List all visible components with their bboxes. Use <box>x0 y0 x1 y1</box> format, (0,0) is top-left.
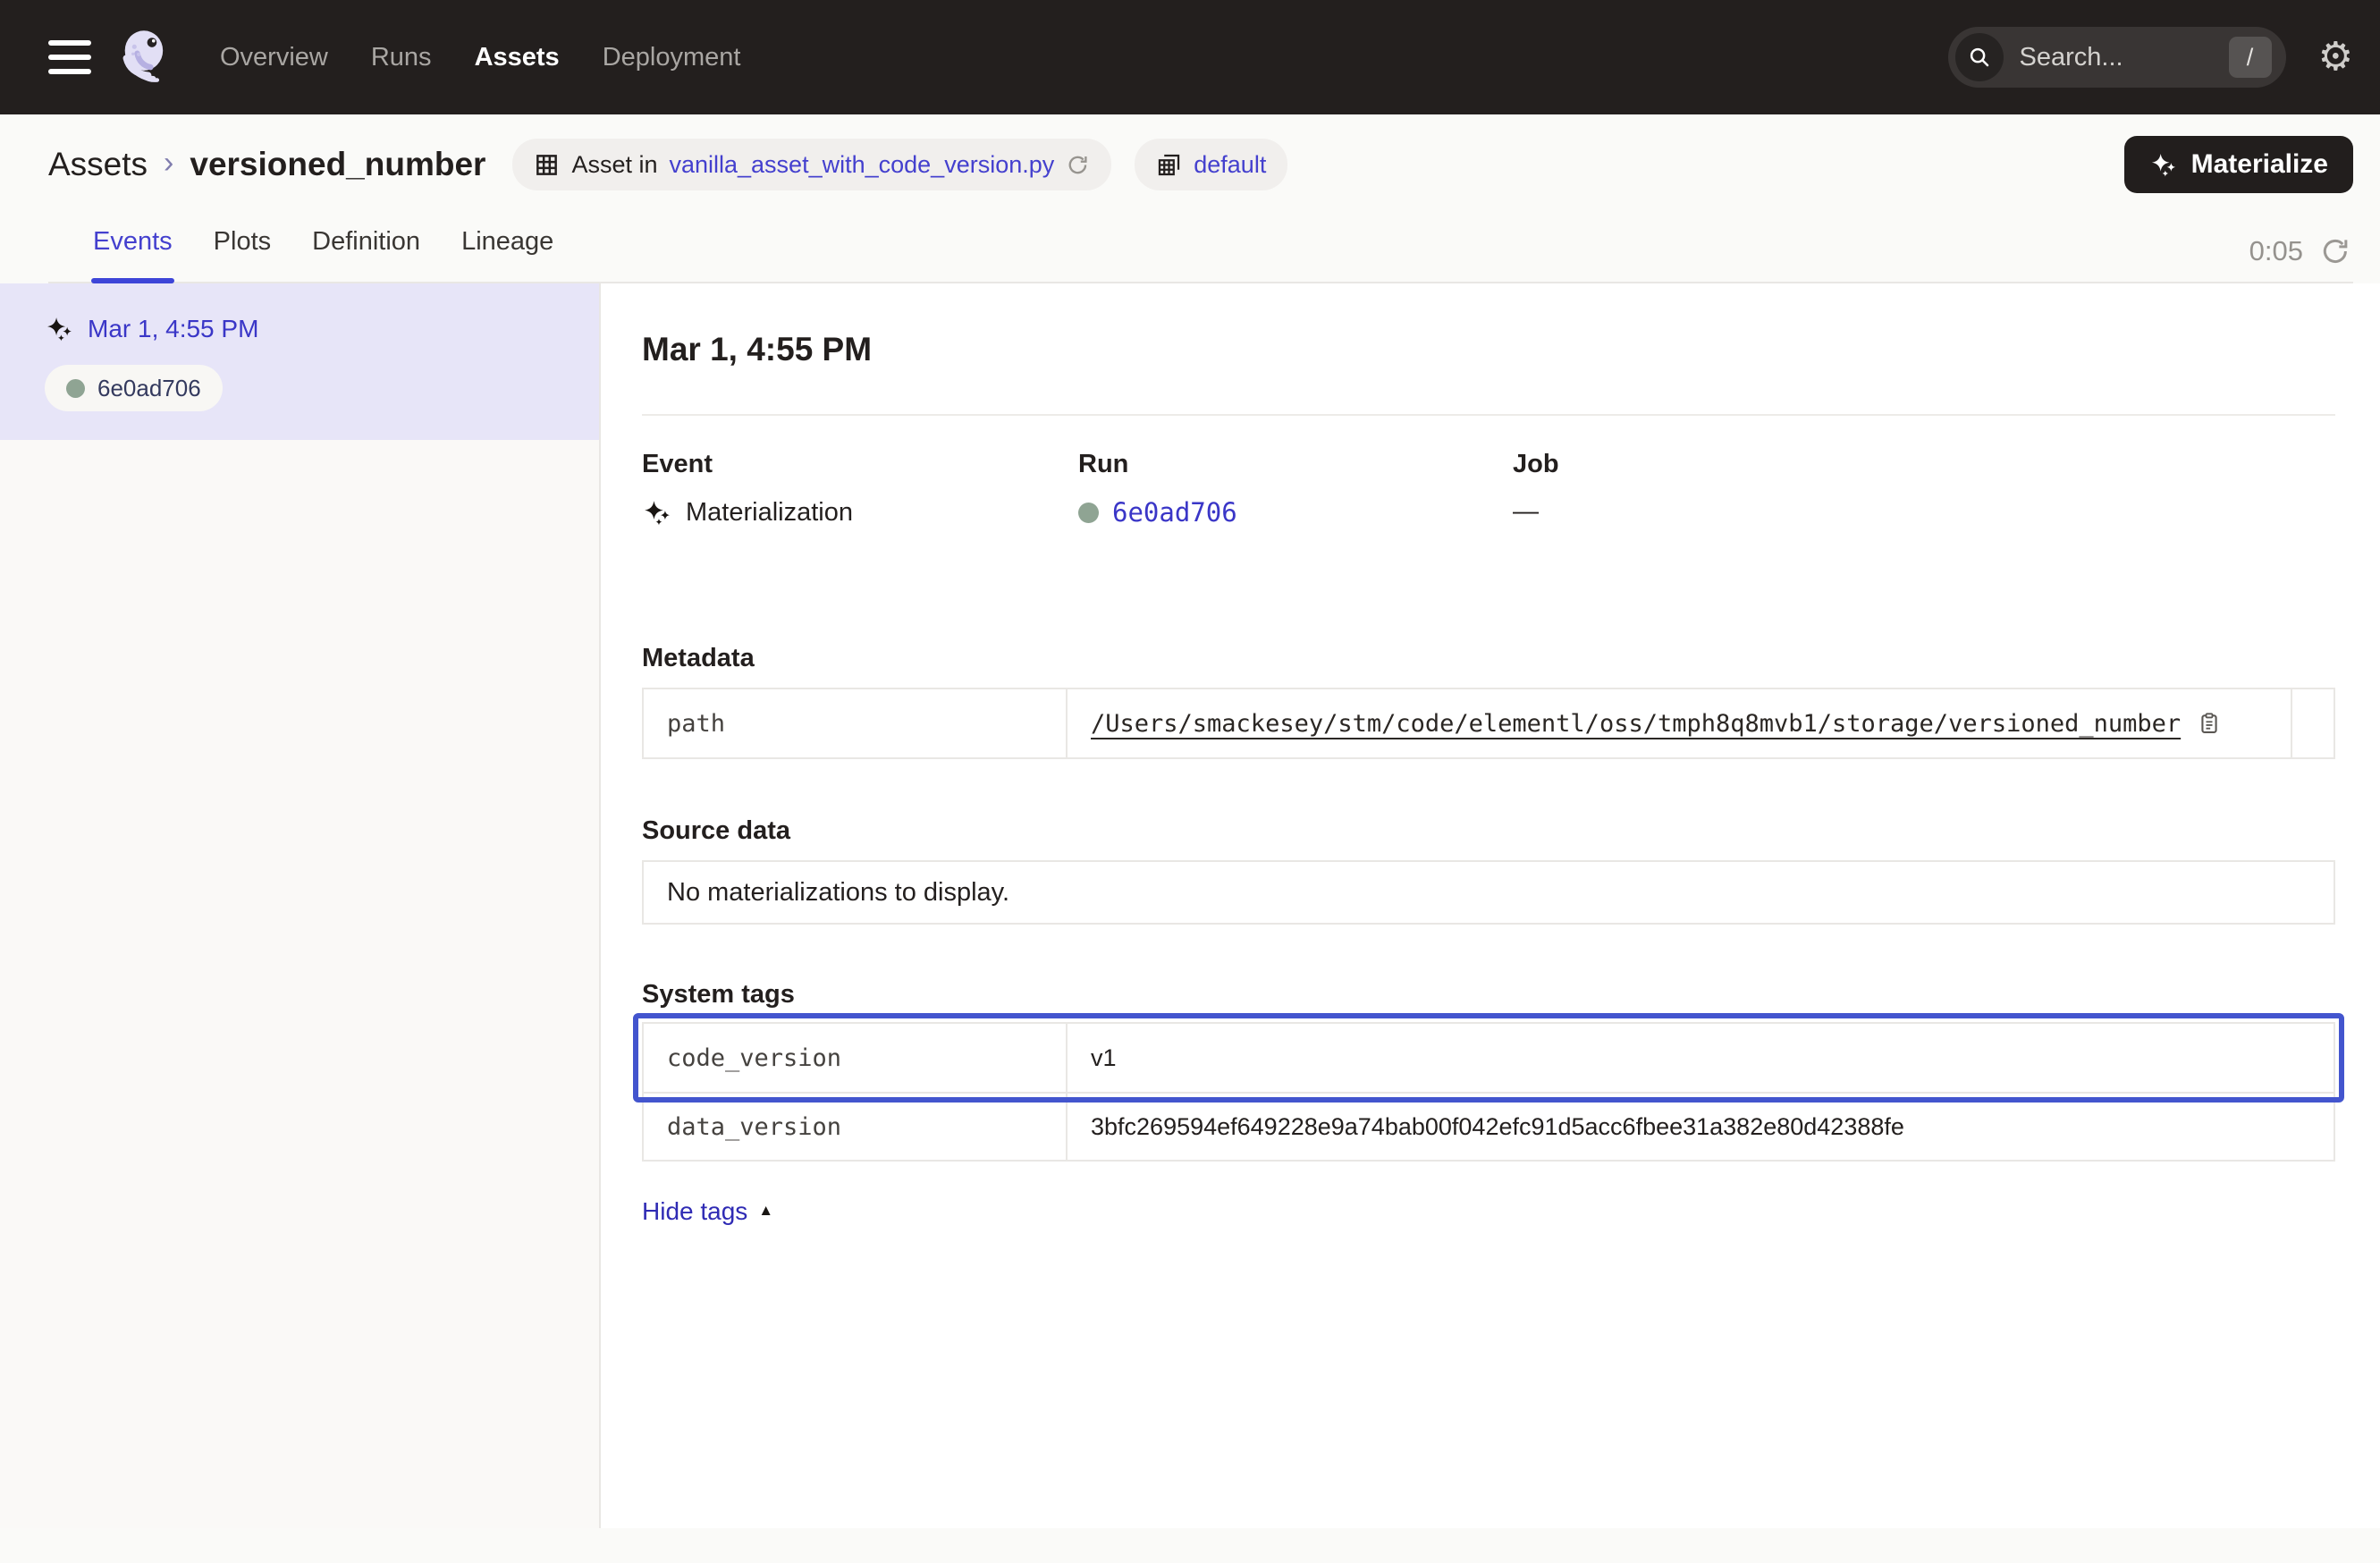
run-status-dot <box>66 379 85 398</box>
tag-value: v1 <box>1066 1024 2334 1092</box>
job-column-label: Job <box>1513 450 2335 479</box>
breadcrumb-assets-link[interactable]: Assets <box>48 146 148 183</box>
refresh-countdown: 0:05 <box>2249 235 2303 267</box>
source-data-section-title: Source data <box>642 816 2335 846</box>
search-box[interactable]: / <box>1948 27 2286 88</box>
tab-lineage[interactable]: Lineage <box>461 227 553 282</box>
clipboard-icon[interactable] <box>2197 711 2222 736</box>
hamburger-icon[interactable] <box>48 40 91 74</box>
hide-tags-label: Hide tags <box>642 1197 747 1226</box>
event-timestamp: Mar 1, 4:55 PM <box>88 315 258 343</box>
system-tags-section-title: System tags <box>642 980 2335 1010</box>
event-summary: Event Materialization Run 6e0ad706 Job — <box>642 450 2335 528</box>
summary-run-col: Run 6e0ad706 <box>1078 450 1513 528</box>
grid-icon <box>534 152 560 178</box>
source-data-empty-state: No materializations to display. <box>642 860 2335 925</box>
breadcrumb: Assets › versioned_number <box>48 146 485 183</box>
code-location-link[interactable]: vanilla_asset_with_code_version.py <box>669 151 1054 179</box>
metadata-path-link[interactable]: /Users/smackesey/stm/code/elementl/oss/t… <box>1091 710 2181 738</box>
event-timestamp-row: Mar 1, 4:55 PM <box>45 314 578 343</box>
nav-link-assets[interactable]: Assets <box>475 43 560 72</box>
event-type-label: Materialization <box>686 498 853 528</box>
metadata-table: path /Users/smackesey/stm/code/elementl/… <box>642 688 2335 759</box>
summary-event-col: Event Materialization <box>642 450 1078 528</box>
tab-definition[interactable]: Definition <box>312 227 420 282</box>
nav-link-overview[interactable]: Overview <box>220 43 328 72</box>
sparkle-icon <box>642 497 672 528</box>
event-column-label: Event <box>642 450 1078 479</box>
tab-events[interactable]: Events <box>93 227 173 282</box>
source-data-empty-message: No materializations to display. <box>667 878 1009 908</box>
materialize-button-label: Materialize <box>2191 149 2328 180</box>
run-id-link[interactable]: 6e0ad706 <box>1112 497 1237 528</box>
search-input[interactable] <box>2004 43 2229 72</box>
gear-icon[interactable]: ⚙ <box>2318 38 2353 77</box>
layered-grid-icon <box>1156 152 1182 178</box>
sparkle-icon <box>45 314 74 343</box>
event-list-sidebar: Mar 1, 4:55 PM 6e0ad706 <box>0 283 601 1528</box>
search-shortcut-badge: / <box>2229 37 2272 78</box>
tag-value: 3bfc269594ef649228e9a74bab00f042efc91d5a… <box>1066 1092 2334 1160</box>
tag-key: code_version <box>644 1024 1066 1092</box>
metadata-key: path <box>644 689 1066 757</box>
job-value: — <box>1513 497 1539 527</box>
event-type-value: Materialization <box>642 497 1078 528</box>
sparkle-icon <box>2149 150 2178 179</box>
page-header: Assets › versioned_number Asset in vanil… <box>0 114 2380 283</box>
metadata-section-title: Metadata <box>642 644 2335 673</box>
materialize-button[interactable]: Materialize <box>2124 136 2353 193</box>
system-tags-table-wrap: code_version v1 data_version 3bfc269594e… <box>642 1022 2335 1162</box>
dagster-logo[interactable] <box>114 27 175 88</box>
event-heading: Mar 1, 4:55 PM <box>642 330 2335 369</box>
caret-up-icon: ▲ <box>758 1202 773 1220</box>
dagster-octopus-icon <box>114 27 175 88</box>
event-list-item[interactable]: Mar 1, 4:55 PM 6e0ad706 <box>0 283 599 440</box>
run-column-label: Run <box>1078 450 1513 479</box>
chevron-right-icon: › <box>164 146 173 181</box>
divider <box>642 414 2335 416</box>
primary-nav-links: Overview Runs Assets Deployment <box>220 43 740 72</box>
asset-group-link: default <box>1194 151 1266 179</box>
content-area: Mar 1, 4:55 PM 6e0ad706 Mar 1, 4:55 PM E… <box>0 283 2380 1528</box>
asset-location-prefix: Asset in <box>571 151 657 179</box>
summary-job-col: Job — <box>1513 450 2335 528</box>
nav-link-runs[interactable]: Runs <box>371 43 432 72</box>
auto-refresh-control: 0:05 <box>2249 235 2351 267</box>
tabs: Events Plots Definition Lineage <box>93 227 553 282</box>
tabs-row: Events Plots Definition Lineage <box>48 227 2353 283</box>
run-tag-pill[interactable]: 6e0ad706 <box>45 365 223 411</box>
tag-key: data_version <box>644 1092 1066 1160</box>
refresh-icon[interactable] <box>1066 153 1090 177</box>
nav-link-deployment[interactable]: Deployment <box>603 43 741 72</box>
breadcrumb-row: Assets › versioned_number Asset in vanil… <box>48 136 2353 193</box>
search-icon <box>1955 33 2004 81</box>
metadata-expand-cell <box>2291 689 2339 757</box>
run-id: 6e0ad706 <box>97 375 201 402</box>
asset-group-pill[interactable]: default <box>1135 139 1287 190</box>
run-status-dot <box>1078 503 1099 523</box>
hide-tags-link[interactable]: Hide tags ▲ <box>642 1197 773 1226</box>
system-tags-table: code_version v1 data_version 3bfc269594e… <box>642 1022 2335 1162</box>
top-nav: Overview Runs Assets Deployment / ⚙ <box>0 0 2380 114</box>
refresh-icon[interactable] <box>2319 235 2351 267</box>
tab-plots[interactable]: Plots <box>214 227 271 282</box>
asset-location-pill: Asset in vanilla_asset_with_code_version… <box>512 139 1111 190</box>
event-detail-panel: Mar 1, 4:55 PM Event Materialization Run… <box>601 283 2380 1528</box>
page-title: versioned_number <box>190 146 485 183</box>
